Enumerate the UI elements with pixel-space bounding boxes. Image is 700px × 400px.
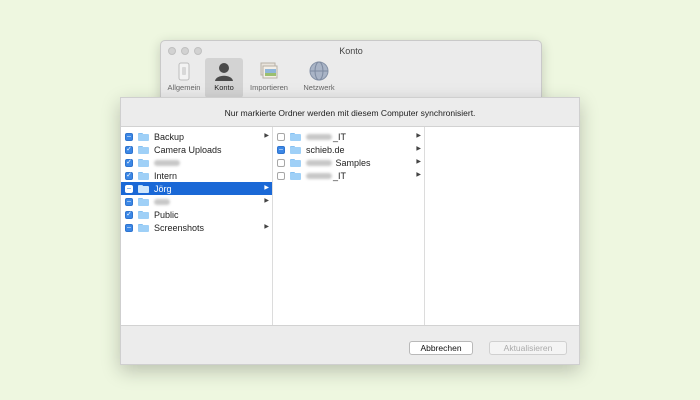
folder-column-1[interactable]: – Backup ▶ ✓ Camera Uploads ✓ ✓ Intern – Jörg ▶ – ▶ ✓…	[121, 127, 273, 325]
tab-allgemein[interactable]: Allgemein	[165, 58, 203, 98]
disclosure-arrow-icon: ▶	[264, 224, 269, 230]
disclosure-arrow-icon: ▶	[264, 133, 269, 139]
folder-label: Jörg	[154, 183, 172, 194]
tab-konto[interactable]: Konto	[205, 58, 243, 98]
tab-netzwerk-label: Netzwerk	[303, 83, 335, 92]
folder-icon	[138, 132, 149, 141]
disclosure-arrow-icon: ▶	[264, 185, 269, 191]
folder-label: schieb.de	[306, 144, 345, 155]
preferences-toolbar: Allgemein Konto Importieren Netzwerk	[165, 58, 343, 98]
folder-row[interactable]: _IT ▶	[273, 169, 424, 182]
folder-icon	[138, 223, 149, 232]
account-icon	[215, 63, 233, 81]
folder-label: Camera Uploads	[154, 144, 222, 155]
folder-label: Samples	[306, 158, 371, 168]
folder-label: Public	[154, 209, 179, 220]
redacted-text	[306, 173, 332, 180]
folder-icon	[138, 184, 149, 193]
tab-importieren-label: Importieren	[250, 83, 288, 92]
folder-row[interactable]: _IT ▶	[273, 130, 424, 143]
folder-checkbox[interactable]: –	[125, 223, 133, 232]
network-icon	[309, 61, 329, 81]
disclosure-arrow-icon: ▶	[416, 133, 421, 139]
window-title: Konto	[339, 46, 363, 56]
folder-row[interactable]: ✓ Camera Uploads	[121, 143, 272, 156]
folder-icon	[138, 145, 149, 154]
folder-checkbox[interactable]: ✓	[125, 158, 133, 167]
folder-label: _IT	[306, 132, 346, 142]
folder-label	[154, 197, 171, 207]
folder-row[interactable]: – Screenshots ▶	[121, 221, 272, 234]
disclosure-arrow-icon: ▶	[416, 159, 421, 165]
folder-checkbox[interactable]	[277, 132, 285, 141]
update-button[interactable]: Aktualisieren	[489, 341, 567, 355]
folder-column-3[interactable]	[425, 127, 579, 325]
redacted-text	[154, 199, 170, 206]
folder-row[interactable]: ✓	[121, 156, 272, 169]
tab-importieren[interactable]: Importieren	[245, 58, 293, 98]
folder-browser: – Backup ▶ ✓ Camera Uploads ✓ ✓ Intern – Jörg ▶ – ▶ ✓…	[121, 126, 579, 326]
folder-checkbox[interactable]: –	[277, 145, 285, 154]
redacted-text	[154, 160, 180, 167]
redacted-text	[306, 160, 332, 167]
redacted-text	[306, 134, 332, 141]
folder-row[interactable]: – Backup ▶	[121, 130, 272, 143]
tab-konto-label: Konto	[214, 83, 234, 92]
cancel-button[interactable]: Abbrechen	[409, 341, 473, 355]
folder-row[interactable]: – Jörg ▶	[121, 182, 272, 195]
folder-checkbox[interactable]: ✓	[125, 145, 133, 154]
folder-checkbox[interactable]: –	[125, 132, 133, 141]
folder-row[interactable]: Samples ▶	[273, 156, 424, 169]
folder-row[interactable]: – ▶	[121, 195, 272, 208]
disclosure-arrow-icon: ▶	[416, 172, 421, 178]
tab-allgemein-label: Allgemein	[167, 83, 201, 92]
folder-row[interactable]: ✓ Public	[121, 208, 272, 221]
folder-column-2[interactable]: _IT ▶ – schieb.de ▶ Samples ▶ _IT ▶	[273, 127, 425, 325]
disclosure-arrow-icon: ▶	[416, 146, 421, 152]
general-icon	[178, 62, 190, 81]
import-icon	[260, 62, 278, 79]
folder-icon	[138, 158, 149, 167]
tab-netzwerk[interactable]: Netzwerk	[295, 58, 343, 98]
folder-label: Intern	[154, 170, 178, 181]
folder-checkbox[interactable]: –	[125, 197, 133, 206]
folder-icon	[138, 210, 149, 219]
folder-checkbox[interactable]: ✓	[125, 210, 133, 219]
folder-checkbox[interactable]	[277, 171, 285, 180]
folder-icon	[138, 171, 149, 180]
folder-icon	[290, 132, 301, 141]
sheet-message: Nur markierte Ordner werden mit diesem C…	[224, 108, 476, 118]
folder-label	[154, 158, 181, 168]
folder-label: Screenshots	[154, 222, 205, 233]
folder-checkbox[interactable]: ✓	[125, 171, 133, 180]
folder-label: _IT	[306, 171, 346, 181]
folder-checkbox[interactable]	[277, 158, 285, 167]
folder-icon	[290, 171, 301, 180]
folder-row[interactable]: ✓ Intern	[121, 169, 272, 182]
folder-label: Backup	[154, 131, 185, 142]
folder-checkbox[interactable]: –	[125, 184, 133, 193]
folder-icon	[290, 145, 301, 154]
folder-icon	[290, 158, 301, 167]
folder-row[interactable]: – schieb.de ▶	[273, 143, 424, 156]
folder-icon	[138, 197, 149, 206]
disclosure-arrow-icon: ▶	[264, 198, 269, 204]
selective-sync-sheet: Nur markierte Ordner werden mit diesem C…	[120, 97, 580, 365]
preferences-window: Konto Allgemein Konto Importieren Netzwe…	[160, 40, 542, 102]
